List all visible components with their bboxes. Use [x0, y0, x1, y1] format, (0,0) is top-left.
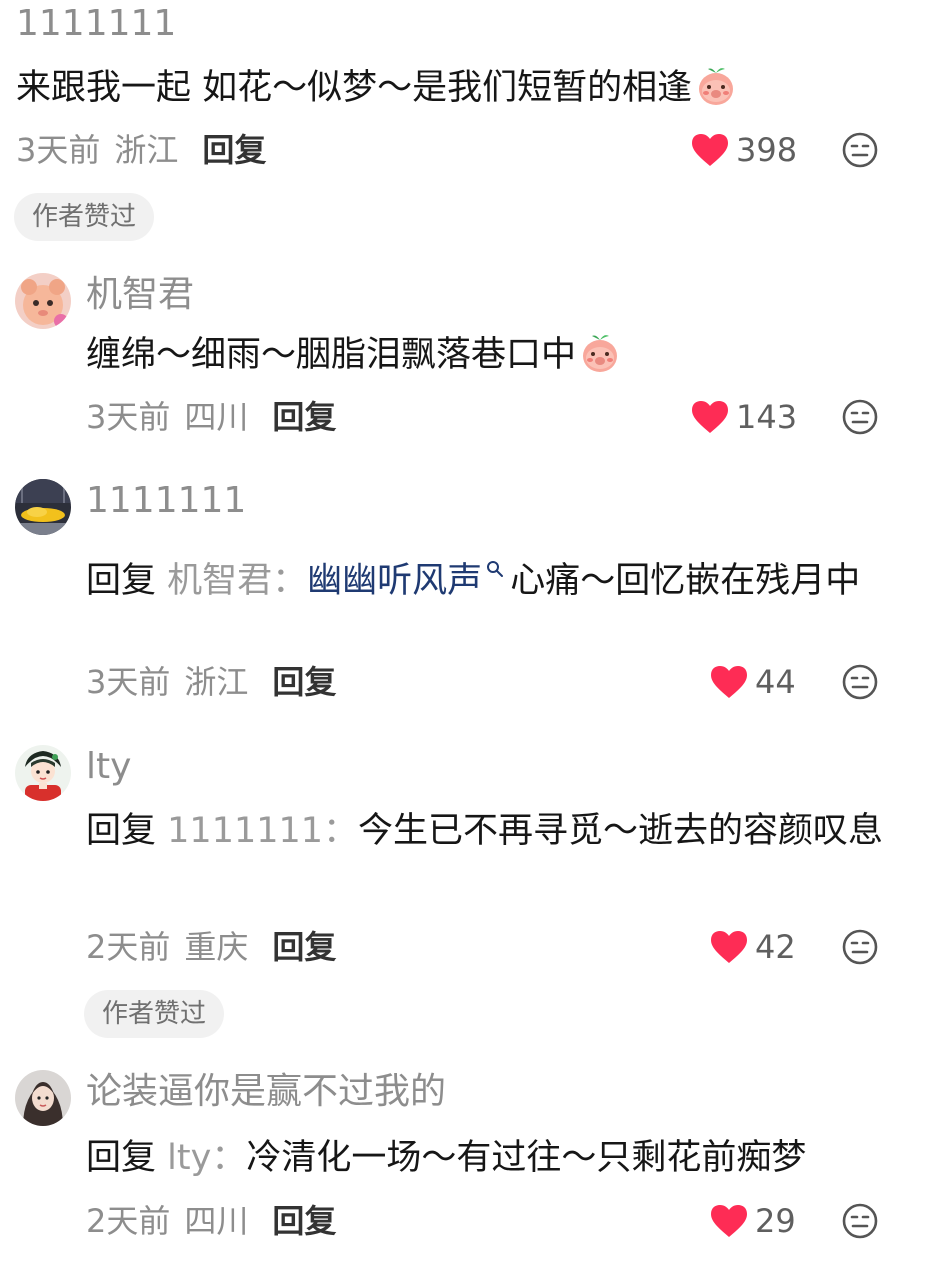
comment-username[interactable]: 论装逼你是赢不过我的	[86, 1070, 446, 1114]
comment-username[interactable]: 机智君	[86, 273, 194, 317]
comment-username[interactable]: 1111111	[86, 479, 246, 523]
comment-time: 2天前	[86, 928, 171, 966]
reply-prefix: 回复	[86, 561, 157, 601]
comment-time: 2天前	[86, 1202, 171, 1240]
reply-button[interactable]: 回复	[272, 928, 336, 966]
avatar[interactable]	[15, 273, 71, 329]
avatar[interactable]	[15, 745, 71, 801]
reply-target-username[interactable]: 机智君：	[167, 561, 307, 601]
author-liked-badge: 作者赞过	[14, 193, 155, 241]
like-button[interactable]: 42	[709, 927, 796, 967]
comment-location: 浙江	[114, 131, 179, 169]
peach-shy-emoji	[694, 63, 738, 122]
reply-button[interactable]: 回复	[272, 398, 336, 436]
comment-meta: 2天前 四川 回复	[86, 1201, 336, 1241]
comment-body: 来跟我一起 如花～似梦～是我们短暂的相逢	[16, 68, 693, 108]
comment-body: 心痛～回忆嵌在残月中	[510, 561, 861, 601]
comment-time: 3天前	[16, 131, 101, 169]
comment-text: 回复 机智君：幽幽听风声 心痛～回忆嵌在残月中	[86, 541, 906, 607]
neutral-face-icon[interactable]	[841, 928, 879, 970]
comment-meta: 3天前 浙江 回复	[86, 662, 336, 702]
like-count: 29	[755, 1202, 796, 1240]
heart-icon	[711, 1205, 747, 1237]
neutral-face-icon[interactable]	[841, 1202, 879, 1244]
reply-button[interactable]: 回复	[272, 663, 336, 701]
author-liked-badge: 作者赞过	[84, 990, 225, 1038]
comment-location: 重庆	[184, 928, 249, 966]
comment-meta: 3天前 四川 回复	[86, 397, 336, 437]
like-count: 143	[736, 398, 798, 436]
comment-body: 冷清化一场～有过往～只剩花前痴梦	[246, 1138, 807, 1178]
comment-location: 四川	[184, 398, 249, 436]
heart-icon	[692, 401, 728, 433]
comment-body: 今生已不再寻觅～逝去的容颜叹息	[358, 811, 884, 851]
neutral-face-icon[interactable]	[841, 663, 879, 705]
like-count: 42	[755, 928, 796, 966]
avatar[interactable]	[15, 1070, 71, 1126]
avatar[interactable]	[15, 479, 71, 535]
comment-time: 3天前	[86, 398, 171, 436]
like-button[interactable]: 398	[690, 130, 797, 170]
peach-shy-emoji	[578, 330, 622, 389]
search-mention-link[interactable]: 幽幽听风声	[307, 561, 482, 601]
reply-target-username[interactable]: lty：	[167, 1138, 246, 1178]
comment-location: 四川	[184, 1202, 249, 1240]
comment-meta: 3天前 浙江 回复	[16, 130, 266, 170]
comment-meta: 2天前 重庆 回复	[86, 927, 336, 967]
comment-text: 回复 lty：冷清化一场～有过往～只剩花前痴梦	[86, 1132, 916, 1184]
heart-icon	[692, 134, 728, 166]
comment-text: 缠绵～细雨～胭脂泪飘落巷口中	[86, 329, 906, 389]
like-count: 398	[736, 131, 798, 169]
like-button[interactable]: 44	[709, 662, 796, 702]
comment-time: 3天前	[86, 663, 171, 701]
like-button[interactable]: 143	[690, 397, 797, 437]
comment-username[interactable]: 1111111	[16, 2, 176, 46]
reply-button[interactable]: 回复	[202, 131, 266, 169]
comment-body: 缠绵～细雨～胭脂泪飘落巷口中	[86, 335, 577, 375]
heart-icon	[711, 666, 747, 698]
heart-icon	[711, 931, 747, 963]
like-count: 44	[755, 663, 796, 701]
reply-target-username[interactable]: 1111111：	[167, 811, 358, 851]
reply-prefix: 回复	[86, 1138, 157, 1178]
neutral-face-icon[interactable]	[841, 398, 879, 440]
comment-location: 浙江	[184, 663, 249, 701]
like-button[interactable]: 29	[709, 1201, 796, 1241]
reply-prefix: 回复	[86, 811, 157, 851]
comment-text: 回复 1111111：今生已不再寻觅～逝去的容颜叹息	[86, 805, 906, 857]
reply-button[interactable]: 回复	[272, 1202, 336, 1240]
neutral-face-icon[interactable]	[841, 131, 879, 173]
search-icon[interactable]	[486, 541, 504, 593]
comment-text: 来跟我一起 如花～似梦～是我们短暂的相逢	[16, 62, 896, 122]
comment-username[interactable]: lty	[86, 745, 131, 789]
